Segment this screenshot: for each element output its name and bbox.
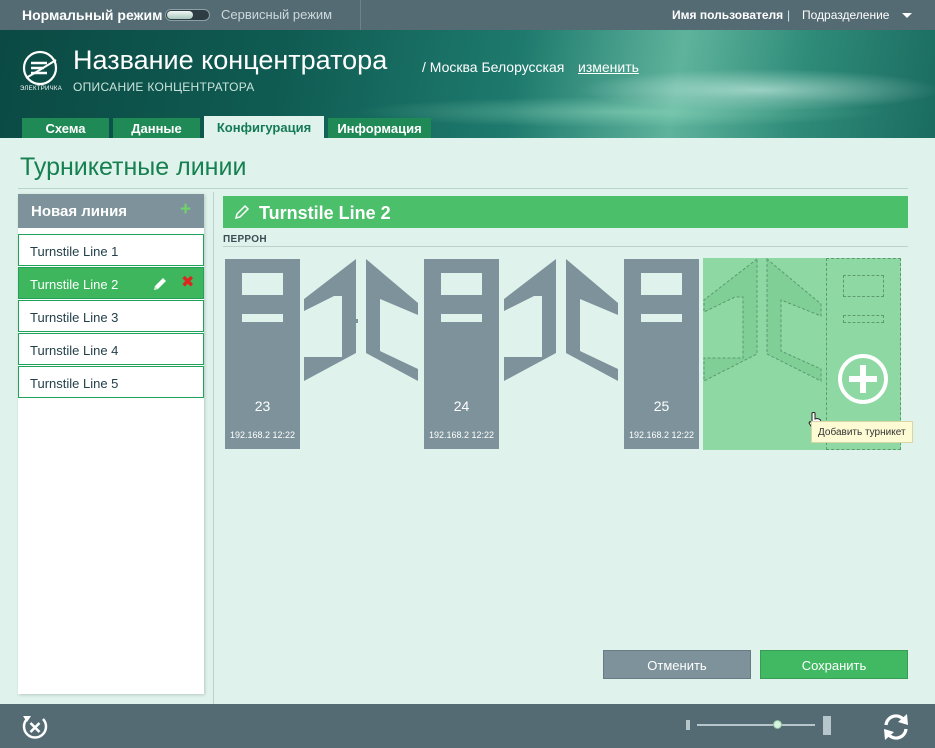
pencil-icon[interactable] (152, 276, 168, 292)
user-name[interactable]: Имя пользователя (672, 8, 783, 22)
plus-icon[interactable]: + (180, 200, 191, 220)
turnstile-gate-icon (504, 259, 618, 381)
zoom-slider-handle[interactable] (772, 720, 782, 729)
hub-description: ОПИСАНИЕ КОНЦЕНТРАТОРА (73, 80, 255, 94)
pencil-icon[interactable] (234, 204, 250, 220)
line-item-4[interactable]: Turnstile Line 4 (18, 333, 204, 365)
tab-configuration[interactable]: Конфигурация (204, 116, 324, 138)
turnstile-ip: 192.168.2 12:22 (229, 430, 296, 440)
turnstile-number: 23 (254, 398, 271, 414)
line-item-label: Turnstile Line 3 (30, 310, 119, 325)
zoom-min-icon[interactable] (686, 720, 690, 730)
mode-toggle-knob[interactable] (167, 11, 193, 19)
line-item-label: Turnstile Line 4 (30, 343, 119, 358)
turnstile-gate-icon (304, 259, 418, 381)
user-dept-separator: | (787, 8, 791, 22)
delete-x-icon[interactable]: ✖ (181, 274, 194, 292)
hub-location: / Москва Белорусская (422, 59, 565, 75)
new-line-label: Новая линия (31, 203, 128, 220)
line-name-header: Turnstile Line 2 (223, 196, 908, 228)
tab-information[interactable]: Информация (328, 118, 431, 138)
turnstile-ip: 192.168.2 12:22 (628, 430, 695, 440)
page-title: Турникетные линии (20, 153, 247, 181)
line-item-5[interactable]: Turnstile Line 5 (18, 366, 204, 398)
panel-divider (213, 192, 214, 704)
tab-scheme[interactable]: Схема (22, 118, 109, 138)
cabinet-reader (242, 314, 283, 322)
add-turnstile-tooltip: Добавить турникет (811, 421, 913, 443)
cabinet-display (641, 273, 682, 295)
logo-text: ЭЛЕКТРИЧКА (20, 86, 63, 92)
normal-mode-label[interactable]: Нормальный режим (22, 7, 162, 23)
new-line-button[interactable]: Новая линия + (18, 194, 204, 228)
cabinet-reader (441, 314, 482, 322)
line-name[interactable]: Turnstile Line 2 (259, 203, 391, 224)
line-item-3[interactable]: Turnstile Line 3 (18, 300, 204, 332)
save-button[interactable]: Сохранить (760, 650, 908, 679)
turnstile-cabinet[interactable]: 24 192.168.2 12:22 (424, 259, 499, 449)
platform-label: ПЕРРОН (223, 234, 267, 245)
exit-icon[interactable] (21, 713, 49, 741)
top-bar: Нормальный режим Сервисный режим Имя пол… (0, 0, 935, 30)
chevron-down-icon[interactable] (902, 13, 912, 18)
turnstile-cabinet[interactable]: 25 192.168.2 12:22 (624, 259, 699, 449)
zoom-max-icon[interactable] (823, 716, 831, 735)
plus-circle-icon[interactable] (837, 353, 889, 405)
turnstile-cabinet[interactable]: 23 192.168.2 12:22 (225, 259, 300, 449)
refresh-icon[interactable] (881, 712, 911, 742)
mode-toggle[interactable] (165, 9, 210, 21)
bottom-bar (0, 704, 935, 748)
line-item-label: Turnstile Line 1 (30, 244, 119, 259)
topbar-divider (360, 0, 361, 30)
elektrichka-logo-icon (22, 50, 58, 86)
hub-title: Название концентратора (73, 45, 388, 75)
tab-data[interactable]: Данные (113, 118, 200, 138)
line-item-1[interactable]: Turnstile Line 1 (18, 234, 204, 266)
gate-placeholder-icon (703, 258, 822, 382)
cabinet-placeholder-reader (843, 315, 884, 323)
turnstile-ip: 192.168.2 12:22 (428, 430, 495, 440)
department-selector[interactable]: Подразделение (802, 8, 889, 22)
lines-panel: Новая линия + Turnstile Line 1 Turnstile… (18, 194, 204, 694)
cabinet-reader (641, 314, 682, 322)
cabinet-placeholder-display (843, 275, 884, 297)
line-item-2[interactable]: Turnstile Line 2 ✖ (18, 267, 204, 299)
line-item-label: Turnstile Line 5 (30, 376, 119, 391)
cabinet-display (441, 273, 482, 295)
title-divider (18, 188, 908, 189)
change-hub-link[interactable]: изменить (578, 59, 639, 75)
cancel-button[interactable]: Отменить (603, 650, 751, 679)
platform-divider (223, 246, 908, 247)
turnstile-number: 25 (653, 398, 670, 414)
hub-header: ЭЛЕКТРИЧКА Название концентратора / Моск… (0, 30, 935, 138)
line-item-label: Turnstile Line 2 (30, 277, 119, 292)
service-mode-label[interactable]: Сервисный режим (221, 7, 332, 22)
zoom-slider-track[interactable] (697, 724, 815, 726)
turnstile-number: 24 (453, 398, 470, 414)
cabinet-display (242, 273, 283, 295)
